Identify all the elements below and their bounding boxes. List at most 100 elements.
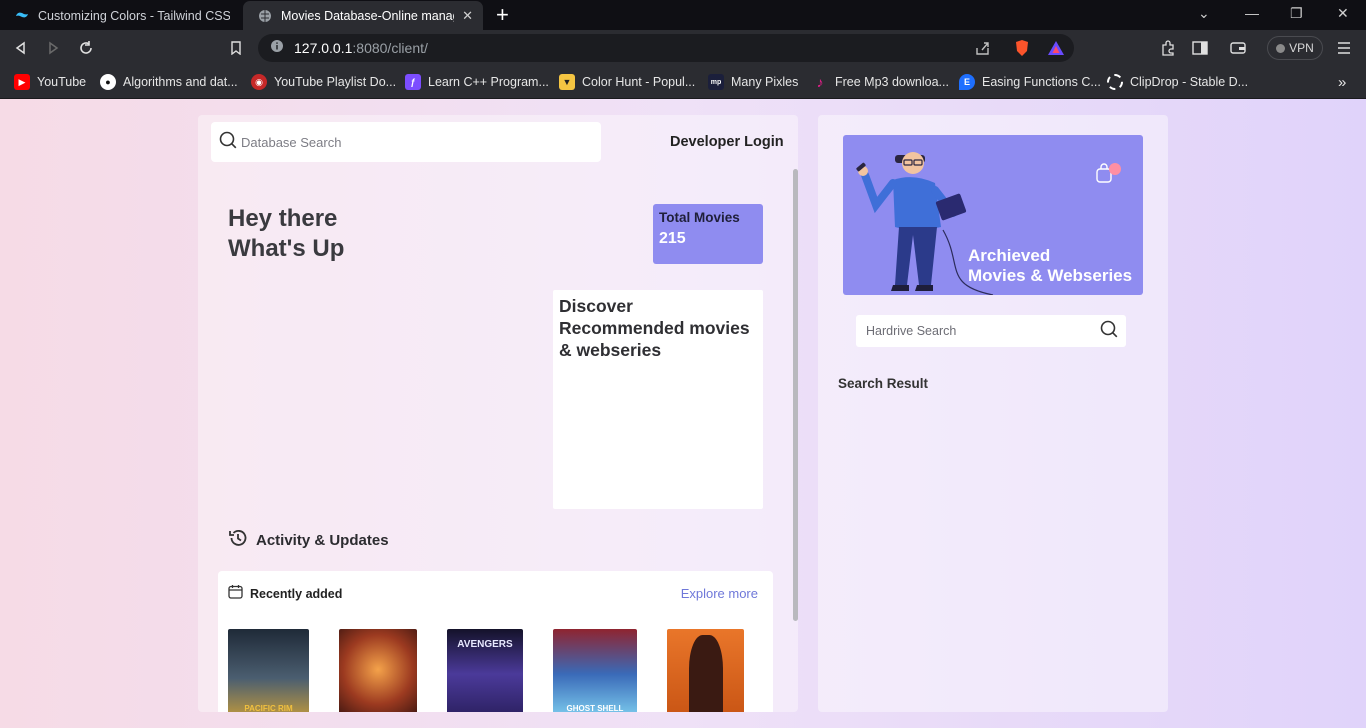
learn-cpp-icon: ƒ	[405, 74, 421, 90]
bookmark-icon[interactable]	[227, 39, 245, 57]
bookmark-algorithms[interactable]: ● Algorithms and dat...	[100, 72, 238, 92]
playlist-icon: ◉	[251, 74, 267, 90]
discover-line-2: Recommended movies	[559, 318, 750, 338]
url-host: 127.0.0.1	[294, 40, 353, 56]
poster-caption: PACIFIC RIM	[244, 704, 293, 712]
bookmark-label: Many Pixles	[731, 75, 799, 89]
total-movies-label: Total Movies	[659, 210, 740, 225]
brave-rewards-icon[interactable]	[1047, 40, 1065, 61]
tab-title: Movies Database-Online manage	[281, 8, 455, 23]
search-result-heading: Search Result	[838, 376, 929, 391]
address-bar[interactable]: 127.0.0.1:8080/client/	[258, 34, 1074, 62]
more-bookmarks-icon[interactable]: »	[1338, 72, 1346, 92]
history-icon	[228, 528, 248, 553]
bookmark-label: Algorithms and dat...	[123, 75, 238, 89]
tab-search-icon[interactable]: ⌄	[1198, 5, 1210, 22]
bookmark-youtube[interactable]: ▶ YouTube	[14, 72, 86, 92]
share-icon[interactable]	[975, 40, 991, 61]
greeting-heading: Hey there What's Up	[228, 204, 344, 264]
reload-icon[interactable]	[77, 39, 95, 57]
back-icon[interactable]	[12, 39, 30, 57]
browser-toolbar: 127.0.0.1:8080/client/ VPN	[0, 30, 1366, 66]
minimize-icon[interactable]: —	[1245, 5, 1259, 21]
easing-icon: E	[959, 74, 975, 90]
bookmark-label: Free Mp3 downloa...	[835, 75, 949, 89]
developer-login-link[interactable]: Developer Login	[670, 134, 784, 150]
new-tab-button[interactable]: +	[496, 4, 509, 26]
bookmark-free-mp3[interactable]: ♪ Free Mp3 downloa...	[812, 72, 949, 92]
manypixels-icon: mp	[708, 74, 724, 90]
explore-more-link[interactable]: Explore more	[681, 586, 758, 601]
bookmark-many-pixels[interactable]: mp Many Pixles	[708, 72, 798, 92]
bookmark-label: YouTube Playlist Do...	[274, 75, 397, 89]
database-search[interactable]	[211, 122, 601, 162]
tab-tailwind[interactable]: Customizing Colors - Tailwind CSS	[0, 1, 240, 30]
bookmark-label: ClipDrop - Stable D...	[1130, 75, 1249, 89]
url-path: :8080/client/	[352, 40, 428, 56]
bookmark-youtube-playlist[interactable]: ◉ YouTube Playlist Do...	[251, 72, 396, 92]
greeting-line-1: Hey there	[228, 205, 338, 232]
main-panel: Developer Login Hey there What's Up Tota…	[198, 115, 798, 712]
clipdrop-icon	[1107, 74, 1123, 90]
predator-poster[interactable]	[667, 629, 744, 712]
main-scrollbar[interactable]	[793, 169, 798, 621]
browser-tab-strip: Customizing Colors - Tailwind CSS Movies…	[0, 0, 1366, 30]
poster-caption: AVENGERS	[457, 639, 513, 650]
search-icon[interactable]	[219, 131, 237, 154]
bookmark-label: YouTube	[37, 75, 87, 89]
archive-banner: Archieved Movies & Webseries	[843, 135, 1143, 295]
music-icon: ♪	[816, 74, 824, 90]
bookmark-learn-cpp[interactable]: ƒ Learn C++ Program...	[405, 72, 549, 92]
total-movies-card: Total Movies 215	[653, 204, 763, 264]
page-content: Developer Login Hey there What's Up Tota…	[0, 99, 1366, 728]
discover-line-3: & webseries	[559, 340, 662, 360]
predator-figure-icon	[689, 635, 723, 712]
forward-icon[interactable]	[44, 39, 62, 57]
ghost-in-the-shell-poster[interactable]: GHOST SHELL	[553, 629, 637, 712]
discover-heading: Discover Recommended movies & webseries	[559, 295, 757, 361]
vpn-label: VPN	[1289, 41, 1314, 55]
avengers-infinity-war-poster[interactable]	[339, 629, 417, 712]
globe-icon	[257, 8, 273, 24]
discover-card: Discover Recommended movies & webseries	[553, 290, 763, 509]
recently-added-header: Recently added	[228, 584, 342, 604]
bookmark-label: Color Hunt - Popul...	[582, 75, 696, 89]
vpn-status-icon	[1276, 43, 1286, 53]
banner-heading: Archieved Movies & Webseries	[968, 246, 1132, 286]
bookmark-label: Learn C++ Program...	[428, 75, 549, 89]
restore-icon[interactable]: ❐	[1290, 5, 1303, 22]
github-icon: ●	[100, 74, 116, 90]
recently-added-title: Recently added	[250, 587, 343, 601]
vpn-button[interactable]: VPN	[1267, 36, 1323, 60]
colorhunt-icon: ▼	[559, 74, 575, 90]
recently-added-card: Recently added Explore more PACIFIC RIM …	[218, 571, 773, 712]
sidebar-icon[interactable]	[1191, 39, 1209, 57]
close-window-icon[interactable]: ✕	[1337, 5, 1349, 22]
search-icon[interactable]	[1100, 320, 1118, 343]
banner-line-1: Archieved	[968, 246, 1051, 265]
menu-icon[interactable]	[1335, 39, 1353, 57]
bookmark-color-hunt[interactable]: ▼ Color Hunt - Popul...	[559, 72, 695, 92]
pacific-rim-poster[interactable]: PACIFIC RIM	[228, 629, 309, 712]
bookmark-clipdrop[interactable]: ClipDrop - Stable D...	[1107, 72, 1248, 92]
calendar-icon	[228, 584, 243, 604]
bookmark-easing-functions[interactable]: E Easing Functions C...	[959, 72, 1101, 92]
activity-title: Activity & Updates	[256, 532, 389, 549]
archive-panel: Archieved Movies & Webseries Search Resu…	[818, 115, 1168, 712]
hardrive-search-input[interactable]	[866, 324, 1100, 338]
bookmarks-bar: ▶ YouTube ● Algorithms and dat... ◉ YouT…	[0, 66, 1366, 99]
youtube-icon: ▶	[14, 74, 30, 90]
site-info-icon[interactable]	[270, 39, 284, 58]
avengers-endgame-poster[interactable]: AVENGERS	[447, 629, 523, 712]
wallet-icon[interactable]	[1229, 39, 1247, 57]
hardrive-search[interactable]	[856, 315, 1126, 347]
tab-title: Customizing Colors - Tailwind CSS	[38, 8, 230, 23]
bookmark-label: Easing Functions C...	[982, 75, 1101, 89]
activity-section-heading: Activity & Updates	[228, 528, 389, 553]
poster-caption: GHOST SHELL	[566, 704, 624, 712]
close-tab-icon[interactable]: ✕	[462, 8, 473, 24]
tab-movies-database[interactable]: Movies Database-Online manage ✕	[243, 1, 483, 30]
database-search-input[interactable]	[241, 134, 581, 150]
extensions-icon[interactable]	[1159, 39, 1177, 57]
brave-shields-icon[interactable]	[1014, 39, 1030, 62]
